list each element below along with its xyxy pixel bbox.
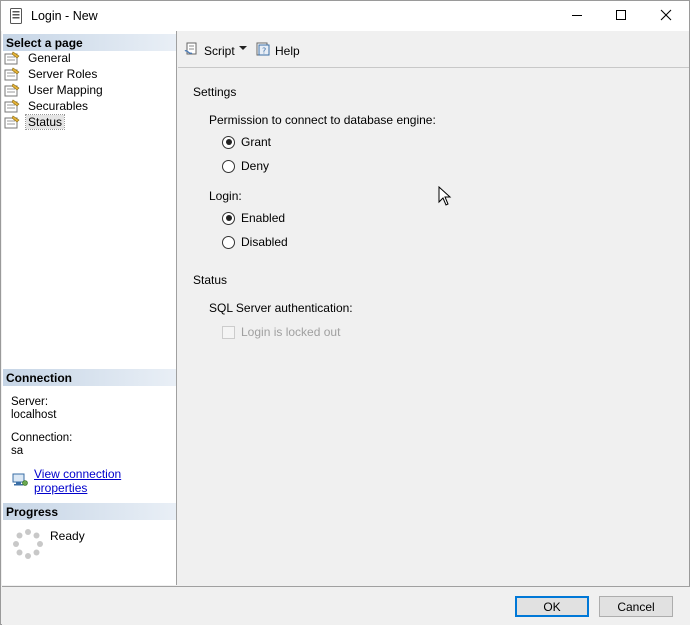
page-label: General <box>28 51 71 65</box>
left-panel: Select a page General Server Roles User … <box>2 31 177 585</box>
dialog-button-bar: OK Cancel <box>2 586 690 625</box>
locked-out-label: Login is locked out <box>241 325 341 339</box>
close-button[interactable] <box>643 1 689 31</box>
server-value: localhost <box>11 409 57 421</box>
script-button[interactable]: Script <box>184 41 235 60</box>
server-info: Server: localhost <box>11 396 56 422</box>
page-label: Securables <box>28 99 89 113</box>
checkbox-unchecked-icon <box>222 325 235 339</box>
select-page-header: Select a page <box>3 34 176 51</box>
maximize-icon <box>615 9 627 24</box>
toolbar: Script ? Help <box>178 31 689 68</box>
radio-selected-icon <box>222 135 235 149</box>
script-icon <box>184 41 200 60</box>
view-connection-properties[interactable]: View connection properties <box>12 467 176 495</box>
page-item-status[interactable]: Status <box>4 114 105 130</box>
deny-label: Deny <box>241 159 270 173</box>
help-label: Help <box>275 43 300 58</box>
wrench-page-icon <box>4 83 20 97</box>
permission-label: Permission to connect to database engine… <box>209 113 436 127</box>
database-icon <box>9 7 23 25</box>
title-bar[interactable]: Login - New <box>1 1 689 31</box>
script-label: Script <box>204 43 235 58</box>
minimize-icon <box>571 9 583 24</box>
server-label: Server: <box>11 396 49 408</box>
minimize-button[interactable] <box>554 1 600 31</box>
disabled-radio[interactable]: Disabled <box>222 235 288 249</box>
connection-value: sa <box>11 445 24 457</box>
svg-text:?: ? <box>262 47 266 56</box>
connection-properties-icon <box>12 473 28 490</box>
maximize-button[interactable] <box>598 1 644 31</box>
wrench-page-icon <box>4 51 20 65</box>
status-heading: Status <box>193 273 228 287</box>
page-item-server-roles[interactable]: Server Roles <box>4 66 105 82</box>
window-title: Login - New <box>31 9 98 23</box>
progress-status: Ready <box>50 529 85 543</box>
page-label: Server Roles <box>28 67 98 81</box>
connection-header: Connection <box>3 369 176 386</box>
wrench-page-icon <box>4 67 20 81</box>
page-item-general[interactable]: General <box>4 50 105 66</box>
page-label: User Mapping <box>28 83 103 97</box>
ok-button[interactable]: OK <box>515 596 589 617</box>
login-label: Login: <box>209 189 242 203</box>
page-item-securables[interactable]: Securables <box>4 98 105 114</box>
status-page-content: Settings Permission to connect to databa… <box>178 69 689 585</box>
progress-header: Progress <box>3 503 176 520</box>
help-button[interactable]: ? Help <box>255 41 300 60</box>
page-item-user-mapping[interactable]: User Mapping <box>4 82 105 98</box>
enabled-radio[interactable]: Enabled <box>222 211 285 225</box>
settings-heading: Settings <box>193 85 237 99</box>
script-dropdown-icon[interactable] <box>239 46 247 50</box>
sql-auth-label: SQL Server authentication: <box>209 301 353 315</box>
view-connection-properties-link[interactable]: View connection properties <box>34 467 176 495</box>
wrench-page-icon <box>4 99 20 113</box>
mouse-pointer-icon <box>438 185 452 206</box>
login-locked-out-checkbox[interactable]: Login is locked out <box>222 325 340 339</box>
radio-unselected-icon <box>222 159 235 173</box>
grant-label: Grant <box>241 135 272 149</box>
cancel-button[interactable]: Cancel <box>599 596 673 617</box>
connection-label: Connection: <box>11 432 73 444</box>
enabled-label: Enabled <box>241 211 286 225</box>
progress-spinner-icon <box>12 528 44 560</box>
wrench-page-icon <box>4 115 20 129</box>
connection-info: Connection: sa <box>11 432 72 458</box>
page-label: Status <box>24 114 66 130</box>
radio-unselected-icon <box>222 235 235 249</box>
deny-radio[interactable]: Deny <box>222 159 269 173</box>
disabled-label: Disabled <box>241 235 288 249</box>
page-list: General Server Roles User Mapping Secura… <box>4 50 105 130</box>
radio-selected-icon <box>222 211 235 225</box>
close-icon <box>660 9 672 24</box>
grant-radio[interactable]: Grant <box>222 135 271 149</box>
login-new-window: Login - New Select a page General Server… <box>0 0 690 625</box>
help-icon: ? <box>255 41 271 60</box>
